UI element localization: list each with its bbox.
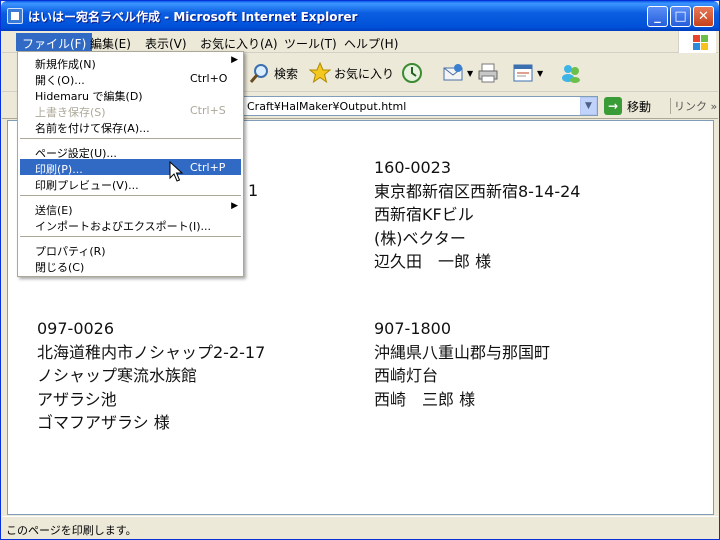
file-menu-print-preview[interactable]: 印刷プレビュー(V)... xyxy=(20,175,241,192)
minimize-button[interactable]: _ xyxy=(647,6,668,27)
address-line: 北海道稚内市ノシャップ2-2-17 xyxy=(37,342,266,362)
mouse-cursor-icon xyxy=(169,161,183,182)
label-line: 1 xyxy=(248,181,259,200)
menu-help[interactable]: ヘルプ(H) xyxy=(338,33,404,51)
submenu-arrow-icon: ▶ xyxy=(231,55,238,65)
file-menu-close[interactable]: 閉じる(C) xyxy=(20,257,241,274)
status-text: このページを印刷します。 xyxy=(6,524,137,537)
mail-button[interactable]: ▼ xyxy=(442,60,473,86)
history-icon xyxy=(402,63,422,83)
close-icon: ✕ xyxy=(698,9,709,24)
postal-code: 097-0026 xyxy=(37,319,115,338)
building-line: 西崎灯台 xyxy=(374,366,439,385)
links-label: リンク xyxy=(674,100,707,113)
address-line: 沖縄県八重山郡与那国町 xyxy=(374,342,551,362)
chevron-right-icon: » xyxy=(710,100,718,113)
file-menu-import-export[interactable]: インポートおよびエクスポート(I)... xyxy=(20,216,241,233)
file-menu-page-setup[interactable]: ページ設定(U)... xyxy=(20,143,241,160)
file-menu-properties[interactable]: プロパティ(R) xyxy=(20,241,241,258)
go-arrow-icon: → xyxy=(604,97,622,115)
address-input[interactable]: Craft¥HalMaker¥Output.html xyxy=(242,96,598,116)
company-line: (株)ベクター xyxy=(374,228,466,248)
file-menu-open[interactable]: 開く(O)... Ctrl+O xyxy=(20,70,241,87)
go-button[interactable]: → 移動 xyxy=(604,96,651,116)
address-dropdown-button[interactable]: ▼ xyxy=(580,97,597,115)
maximize-icon: □ xyxy=(674,9,687,24)
links-toolbar[interactable]: リンク » xyxy=(670,98,717,114)
chevron-down-icon: ▼ xyxy=(585,101,592,111)
menu-bar: ファイル(F) 編集(E) 表示(V) お気に入り(A) ツール(T) ヘルプ(… xyxy=(2,31,718,53)
menu-view[interactable]: 表示(V) xyxy=(139,33,193,51)
menu-separator xyxy=(20,138,241,139)
minimize-icon: _ xyxy=(654,9,661,24)
address-label-3: 097-0026 北海道稚内市ノシャップ2-2-17 ノシャップ寒流水族館 アザ… xyxy=(37,317,265,435)
messenger-icon xyxy=(562,65,580,83)
favorites-button[interactable]: お気に入り xyxy=(309,60,394,86)
print-button[interactable] xyxy=(477,60,502,86)
menu-separator xyxy=(20,195,241,196)
favorites-label: お気に入り xyxy=(334,66,395,81)
close-button[interactable]: ✕ xyxy=(693,6,714,27)
company-line: アザラシ池 xyxy=(37,389,117,409)
search-button[interactable]: 検索 xyxy=(249,60,298,86)
menu-tools[interactable]: ツール(T) xyxy=(278,33,343,51)
building-line: ノシャップ寒流水族館 xyxy=(37,366,198,385)
go-label: 移動 xyxy=(627,99,652,114)
address-label-1: 1 xyxy=(248,179,258,203)
file-menu-edit-hidemaru[interactable]: Hidemaru で編集(D) xyxy=(20,86,241,103)
file-menu-new[interactable]: 新規作成(N) ▶ xyxy=(20,54,241,71)
submenu-arrow-icon: ▶ xyxy=(231,201,238,211)
maximize-button[interactable]: □ xyxy=(670,6,691,27)
address-label-4: 907-1800 沖縄県八重山郡与那国町 西崎灯台 西崎 三郎 様 xyxy=(374,317,550,411)
ie-page-icon xyxy=(7,8,23,24)
browser-window: はいはー宛名ラベル作成 - Microsoft Internet Explore… xyxy=(0,0,720,540)
menu-file[interactable]: ファイル(F) xyxy=(16,33,93,51)
recipient-name: ゴマフアザラシ 様 xyxy=(37,413,170,432)
edit-icon xyxy=(513,64,533,82)
building-line: 西新宿KFビル xyxy=(374,205,474,224)
status-bar: このページを印刷します。 xyxy=(2,516,718,539)
recipient-name: 辺久田 一郎 様 xyxy=(374,252,492,271)
edit-button[interactable]: ▼ xyxy=(512,60,543,86)
file-menu-save: 上書き保存(S) Ctrl+S xyxy=(35,104,226,119)
history-button[interactable] xyxy=(401,60,426,86)
address-url: Craft¥HalMaker¥Output.html xyxy=(247,100,407,113)
search-label: 検索 xyxy=(274,66,299,81)
print-icon xyxy=(478,63,498,83)
file-menu-print[interactable]: 印刷(P)... Ctrl+P xyxy=(20,159,241,176)
file-menu-send[interactable]: 送信(E) ▶ xyxy=(20,200,241,217)
title-bar: はいはー宛名ラベル作成 - Microsoft Internet Explore… xyxy=(1,1,719,31)
menu-edit[interactable]: 編集(E) xyxy=(84,33,137,51)
file-menu-save-as[interactable]: 名前を付けて保存(A)... xyxy=(20,118,241,135)
file-menu-dropdown: 新規作成(N) ▶ 開く(O)... Ctrl+O Hidemaru で編集(D) … xyxy=(17,51,244,277)
windows-logo-icon xyxy=(678,31,716,53)
postal-code: 160-0023 xyxy=(374,158,452,177)
messenger-button[interactable] xyxy=(560,60,585,86)
mail-icon xyxy=(443,64,463,81)
favorites-star-icon xyxy=(309,62,331,84)
menu-separator xyxy=(20,236,241,237)
address-line: 東京都新宿区西新宿8-14-24 xyxy=(374,181,581,201)
search-icon xyxy=(249,64,268,83)
window-title: はいはー宛名ラベル作成 - Microsoft Internet Explore… xyxy=(28,10,358,24)
recipient-name: 西崎 三郎 様 xyxy=(374,389,476,409)
postal-code: 907-1800 xyxy=(374,319,452,338)
menu-favorites[interactable]: お気に入り(A) xyxy=(194,33,284,51)
address-label-2: 160-0023 東京都新宿区西新宿8-14-24 西新宿KFビル (株)ベクタ… xyxy=(374,156,580,274)
